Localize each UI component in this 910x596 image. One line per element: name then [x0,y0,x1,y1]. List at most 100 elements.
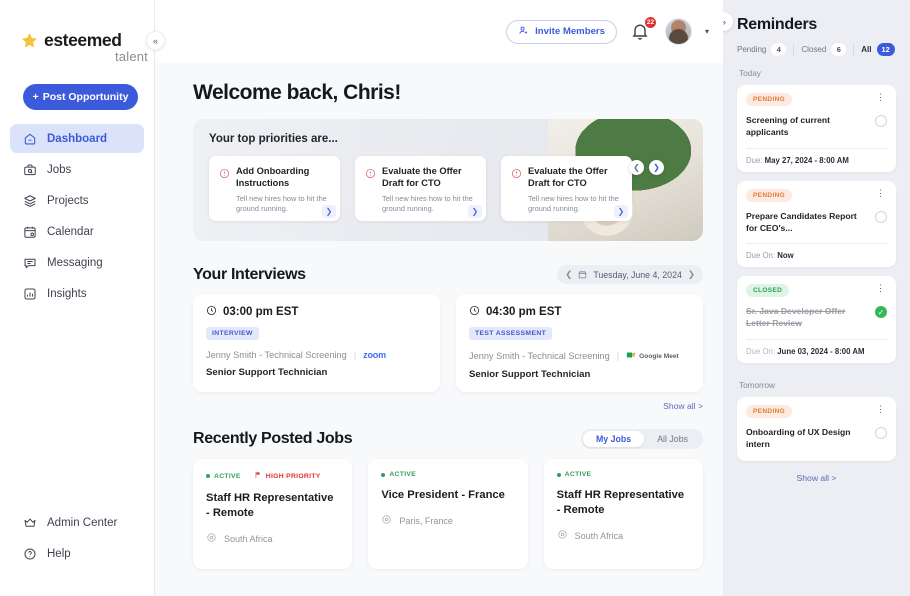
google-meet-label: Google Meet [639,353,679,360]
reminder-due-label: Due On: [746,347,775,356]
kebab-menu-icon[interactable]: ⋮ [874,93,887,102]
priority-card[interactable]: Evaluate the Offer Draft for CTO Tell ne… [501,156,632,221]
sidebar-item-projects[interactable]: Projects [10,186,144,215]
status-label: ACTIVE [214,473,241,480]
sidebar-item-label: Jobs [47,164,71,176]
priority-go-button[interactable]: ❯ [322,205,336,218]
sidebar-item-insights[interactable]: Insights [10,279,144,308]
status-label: ACTIVE [565,471,592,478]
jobs-filter-toggle[interactable]: My Jobs All Jobs [581,429,703,449]
clock-icon [206,305,217,319]
job-card[interactable]: ACTIVE HIGH PRIORITY Staff HR Representa… [193,459,352,569]
kebab-menu-icon[interactable]: ⋮ [874,189,887,198]
divider [746,339,887,340]
sidebar-item-label: Help [47,548,71,560]
tab-pending[interactable]: Pending 4 [737,43,786,56]
chevron-right-icon: ❯ [653,163,660,172]
sidebar-item-help[interactable]: Help [10,539,144,568]
reminder-card[interactable]: CLOSED ⋮ Sr. Java Developer Offer Letter… [737,276,896,363]
interview-time: 04:30 pm EST [486,306,561,318]
post-opportunity-button[interactable]: + Post Opportunity [23,84,138,110]
reminders-group-label: Today [739,69,896,78]
google-meet-link[interactable]: Google Meet [626,350,679,362]
reminder-card[interactable]: PENDING ⋮ Prepare Candidates Report for … [737,181,896,268]
priority-description: Tell new hires how to hit the ground run… [511,194,622,215]
sidebar-item-jobs[interactable]: Jobs [10,155,144,184]
chevron-right-icon[interactable]: ❯ [688,269,695,280]
priority-badge: HIGH PRIORITY [254,471,321,481]
divider [746,148,887,149]
chevron-down-icon[interactable]: ▾ [705,27,709,36]
priorities-next-button[interactable]: ❯ [649,160,664,175]
kebab-menu-icon[interactable]: ⋮ [874,284,887,293]
status-badge: PENDING [746,405,792,418]
reminder-due-label: Due: [746,156,762,165]
priority-card[interactable]: Evaluate the Offer Draft for CTO Tell ne… [355,156,486,221]
interview-date-picker[interactable]: ❮ Tuesday, June 4, 2024 ❯ [557,265,703,284]
reminder-text: Sr. Java Developer Offer Letter Review [746,306,869,330]
interview-card[interactable]: 03:00 pm EST INTERVIEW Jenny Smith - Tec… [193,294,440,392]
clock-icon [469,305,480,319]
tab-count: 4 [771,43,786,56]
interview-role: Senior Support Technician [469,369,690,380]
interview-type-badge: TEST ASSESSMENT [469,327,552,340]
status-badge: ACTIVE [557,471,592,478]
reminders-title: Reminders [737,16,896,34]
tab-all-jobs[interactable]: All Jobs [644,431,701,447]
sidebar-item-calendar[interactable]: Calendar [10,217,144,246]
reminder-due: Due On: Now [746,251,887,260]
divider [853,44,854,55]
circle-icon[interactable] [875,115,887,127]
chevron-double-right-icon: » [723,17,726,27]
tab-all[interactable]: All 12 [861,43,894,56]
calendar-icon [578,270,587,279]
interviews-section: Your Interviews ❮ Tuesday, June 4, 2024 … [193,265,703,411]
reminder-due: Due On: June 03, 2024 - 8:00 AM [746,347,887,356]
job-location: South Africa [206,532,339,545]
top-bar: Invite Members 22 ▾ [155,0,723,63]
reminder-due-value: June 03, 2024 - 8:00 AM [777,347,864,356]
reminder-card[interactable]: PENDING ⋮ Onboarding of UX Design intern [737,397,896,461]
chevron-left-icon[interactable]: ❮ [565,269,572,280]
check-circle-icon[interactable]: ✓ [875,306,887,318]
notifications-button[interactable]: 22 [630,21,652,43]
job-card-list: ACTIVE HIGH PRIORITY Staff HR Representa… [193,459,703,569]
sidebar-item-messaging[interactable]: Messaging [10,248,144,277]
priorities-prev-button[interactable]: ❮ [629,160,644,175]
job-card[interactable]: ACTIVE Vice President - France Paris, Fr… [368,459,527,569]
tab-my-jobs[interactable]: My Jobs [583,431,644,447]
chevron-right-icon: ❯ [618,207,625,216]
status-dot-icon [381,473,385,477]
interview-card[interactable]: 04:30 pm EST TEST ASSESSMENT Jenny Smith… [456,294,703,392]
sidebar-collapse-button[interactable]: « [146,31,165,50]
sidebar-item-label: Dashboard [47,133,107,145]
job-title: Vice President - France [381,488,514,503]
kebab-menu-icon[interactable]: ⋮ [874,405,887,414]
brand-logo[interactable]: esteemed talent [0,0,154,80]
tab-closed[interactable]: Closed 6 [801,43,846,56]
circle-icon[interactable] [875,211,887,223]
divider: | [354,350,356,360]
job-card[interactable]: ACTIVE Staff HR Representative - Remote … [544,459,703,569]
dashboard-body: Welcome back, Chris! Your top priorities… [155,63,723,596]
reminder-card[interactable]: PENDING ⋮ Screening of current applicant… [737,85,896,172]
invite-members-button[interactable]: Invite Members [506,20,617,44]
interviews-show-all-link[interactable]: Show all > [193,401,703,411]
job-location-label: South Africa [575,531,624,541]
reminders-show-all-link[interactable]: Show all > [737,473,896,483]
sidebar-item-dashboard[interactable]: Dashboard [10,124,144,153]
reminders-collapse-button[interactable]: » [723,12,733,31]
zoom-platform-link[interactable]: zoom [363,350,386,360]
sidebar-item-admin-center[interactable]: Admin Center [10,508,144,537]
bell-icon [630,28,650,45]
interviews-title: Your Interviews [193,266,306,284]
priority-card[interactable]: Add Onboarding Instructions Tell new hir… [209,156,340,221]
status-badge: CLOSED [746,284,789,297]
avatar[interactable] [665,18,692,45]
top-priorities-banner: Your top priorities are... ❮ ❯ [193,119,703,241]
reminders-tabs: Pending 4 Closed 6 All 12 [737,43,896,56]
priority-go-button[interactable]: ❯ [468,205,482,218]
priority-description: Tell new hires how to hit the ground run… [365,194,476,215]
circle-icon[interactable] [875,427,887,439]
priority-go-button[interactable]: ❯ [614,205,628,218]
